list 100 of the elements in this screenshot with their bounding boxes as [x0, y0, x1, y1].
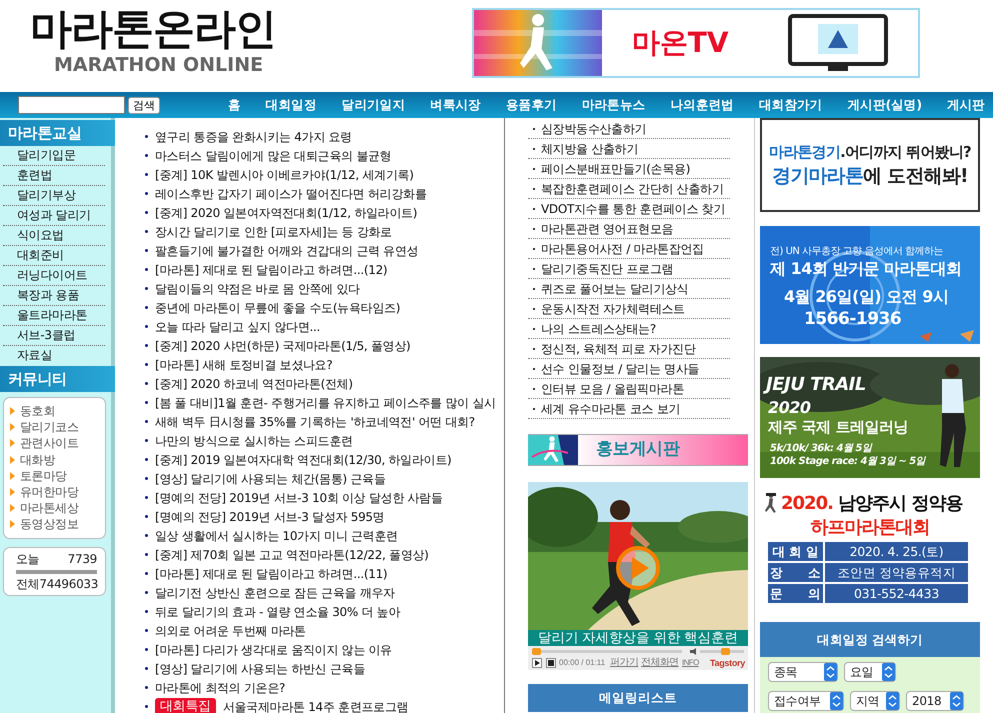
article-link[interactable]: [마라톤] 제대로 된 달림이라고 하려면...(11) — [155, 564, 388, 582]
player-link[interactable]: 전체화면 — [641, 657, 679, 669]
community-link[interactable]: 동영상정보 — [20, 515, 79, 534]
article-link[interactable]: 중년에 마라톤이 무릎에 좋을 수도(뉴욕타임즈) — [155, 298, 400, 316]
nav-link[interactable]: 대회일정 — [266, 96, 317, 114]
nav-link[interactable]: 게시판 — [946, 96, 985, 114]
article-link[interactable]: 달림이들의 약점은 바로 몸 안쪽에 있다 — [155, 280, 360, 298]
article-link[interactable]: 일상 생활에서 실시하는 10가지 미니 근력훈련 — [155, 526, 398, 544]
community-link[interactable]: 달리기코스 — [20, 418, 79, 436]
sidebar-link[interactable]: 달리기입문 — [3, 146, 105, 166]
dropdown[interactable]: 접수여부 — [768, 691, 844, 711]
speaker-icon[interactable] — [690, 648, 697, 655]
sidebar-link[interactable]: 대회준비 — [3, 246, 105, 266]
article-link[interactable]: 장시간 달리기로 인한 [피로자세]는 등 강화로 — [155, 222, 392, 240]
community-link[interactable]: 마라톤세상 — [20, 499, 79, 518]
tv-banner-title[interactable]: 마온TV — [632, 22, 729, 64]
article-link[interactable]: 의외로 어려운 두번째 마라톤 — [155, 622, 306, 640]
nav-link[interactable]: 달리기일지 — [342, 96, 406, 114]
sidebar-link[interactable]: 달리기부상 — [3, 186, 105, 206]
article-link[interactable]: 레이스후반 갑자기 페이스가 떨어진다면 허리강화를 — [155, 184, 426, 202]
article-link[interactable]: [중계] 2019 일본여자대학 역전대회(12/30, 하일라이트) — [155, 450, 452, 468]
stop-icon[interactable] — [548, 660, 554, 666]
article-link[interactable]: 달리기전 상반신 훈련으로 잠든 근육을 깨우자 — [155, 584, 395, 602]
community-link[interactable]: 유머한마당 — [20, 483, 79, 502]
play-icon[interactable] — [534, 660, 540, 666]
tool-link[interactable]: 퀴즈로 풀어보는 달리기상식 — [541, 280, 688, 298]
sidebar-link[interactable]: 훈련법 — [3, 166, 105, 186]
sidebar-link[interactable]: 러닝다이어트 — [3, 266, 105, 286]
tool-link[interactable]: 페이스분배표만들기(손목용) — [541, 160, 690, 178]
article-link[interactable]: [중계] 10K 발렌시아 이베르카야(1/12, 세계기록) — [155, 166, 414, 184]
sidebar-link[interactable]: 서브-3클럽 — [3, 326, 105, 346]
nav-link[interactable]: 대회참가기 — [758, 96, 822, 114]
runner-icon — [528, 435, 578, 465]
article-link[interactable]: 서울국제마라톤 14주 훈련프로그램 — [222, 698, 408, 713]
tool-link[interactable]: 달리기중독진단 프로그램 — [541, 260, 674, 278]
nav-link[interactable]: 홈 — [228, 96, 241, 114]
tool-link[interactable]: 인터뷰 모음 / 올림픽마라톤 — [541, 380, 684, 398]
article-link[interactable]: [영상] 달리기에 사용되는 하반신 근육들 — [155, 660, 366, 678]
community-link[interactable]: 토론마당 — [20, 466, 67, 485]
counter-label: 오늘 — [16, 550, 40, 568]
seek-bar[interactable] — [532, 650, 682, 653]
tool-link[interactable]: VDOT지수를 통한 훈련페이스 찾기 — [541, 200, 725, 218]
mailing-list-button[interactable]: 메일링리스트 — [528, 684, 748, 712]
tool-link[interactable]: 복잡한훈련페이스 간단히 산출하기 — [541, 180, 724, 198]
volume-slider[interactable] — [700, 650, 744, 653]
article-link[interactable]: 마스터스 달림이에게 많은 대퇴근육의 불균형 — [155, 146, 392, 164]
tool-link[interactable]: 심장박동수산출하기 — [541, 120, 646, 138]
article-link[interactable]: [영상] 달리기에 사용되는 체간(몸통) 근육들 — [155, 470, 386, 488]
article-link[interactable]: [중계] 2020 하코네 역전마라톤(전체) — [155, 374, 353, 392]
article-link[interactable]: 나만의 방식으로 실시하는 스피드훈련 — [155, 432, 353, 450]
article-link[interactable]: [명예의 전당] 2019년 서브-3 10회 이상 달성한 사람들 — [155, 488, 443, 506]
slider-thumb[interactable] — [532, 648, 541, 655]
article-link[interactable]: [중계] 제70회 일본 고교 역전마라톤(12/22, 풀영상) — [155, 546, 429, 564]
article-link[interactable]: [봄 풀 대비]1월 훈련- 주행거리를 유지하고 페이스주를 많이 실시 — [155, 394, 496, 412]
article-link[interactable]: 마라톤에 최적의 기온은? — [155, 678, 286, 696]
slider-thumb[interactable] — [721, 648, 730, 655]
sidebar-link[interactable]: 자료실 — [3, 346, 105, 366]
article-link[interactable]: 새해 벽두 日시청률 35%를 기록하는 '하코네역전' 어떤 대회? — [155, 412, 475, 430]
tool-link[interactable]: 마라톤관련 영어표현모음 — [541, 220, 674, 238]
dropdown[interactable]: 2018 — [906, 691, 964, 711]
article-link[interactable]: 뒤로 달리기의 효과 - 열량 연소율 30% 더 높아 — [155, 602, 400, 620]
dropdown[interactable]: 요일 — [844, 662, 896, 682]
article-link[interactable]: [마라톤] 새해 토정비결 보셨나요? — [155, 356, 332, 374]
article-link[interactable]: [중계] 2020 일본여자역전대회(1/12, 하일라이트) — [155, 204, 418, 222]
article-link[interactable]: [명예의 전당] 2019년 서브-3 달성자 595명 — [155, 508, 384, 526]
sidebar-link[interactable]: 울트라마라톤 — [3, 306, 105, 326]
play-icon[interactable] — [615, 545, 661, 591]
nav-link[interactable]: 용품후기 — [506, 96, 557, 114]
sidebar-link[interactable]: 식이요법 — [3, 226, 105, 246]
community-link[interactable]: 대화방 — [20, 450, 56, 469]
nav-link[interactable]: 벼룩시장 — [430, 96, 481, 114]
player-link[interactable]: 퍼가기 — [610, 657, 638, 669]
sidebar-link[interactable]: 여성과 달리기 — [3, 206, 105, 226]
ad-banner[interactable]: 마라톤경기.어디까지 뛰어봤니? 경기마라톤에 도전해봐! — [760, 118, 980, 212]
sidebar-link[interactable]: 복장과 용품 — [3, 286, 105, 306]
ad-banner[interactable]: JEJU TRAIL 2020 제주 국제 트레일러닝 5k/10k/ 36k: 4월 5일 100k Stage race: 4월 3일 ~ 5일 — [760, 357, 980, 478]
dropdown[interactable]: 지역 — [850, 691, 900, 711]
dropdown[interactable]: 종목 — [768, 662, 838, 682]
tool-link[interactable]: 선수 인물정보 / 달리는 명사들 — [541, 360, 700, 378]
article-link[interactable]: 옆구리 통증을 완화시키는 4가지 요령 — [155, 128, 352, 146]
tool-link[interactable]: 나의 스트레스상태는? — [541, 320, 656, 338]
search-field[interactable] — [18, 96, 125, 114]
nav-link[interactable]: 게시판(실명) — [847, 96, 922, 114]
article-link[interactable]: [마라톤] 제대로 된 달림이라고 하려면...(12) — [155, 260, 388, 278]
tool-link[interactable]: 운동시작전 자가체력테스트 — [541, 300, 685, 318]
community-link[interactable]: 관련사이트 — [20, 434, 79, 452]
tool-link[interactable]: 정신적, 육체적 피로 자가진단 — [541, 340, 696, 358]
player-link[interactable]: INFO — [682, 657, 699, 669]
tool-link[interactable]: 마라톤용어사전 / 마라톤잡언집 — [541, 240, 704, 258]
community-link[interactable]: 동호회 — [20, 402, 56, 420]
search-button[interactable]: 검색 — [128, 96, 160, 114]
tool-link[interactable]: 세계 유수마라톤 코스 보기 — [541, 400, 680, 418]
article-link[interactable]: [중계] 2020 샤먼(하문) 국제마라톤(1/5, 풀영상) — [155, 336, 410, 354]
article-link[interactable]: [마라톤] 다리가 생각대로 움직이지 않는 이유 — [155, 640, 392, 658]
article-link[interactable]: 오늘 따라 달리고 싶지 않다면... — [155, 318, 320, 336]
site-logo[interactable]: 마라톤온라인 — [30, 4, 472, 54]
nav-link[interactable]: 마라톤뉴스 — [582, 96, 646, 114]
nav-link[interactable]: 나의훈련법 — [670, 96, 734, 114]
tool-link[interactable]: 체지방율 산출하기 — [541, 140, 638, 158]
article-link[interactable]: 팔흔들기에 불가결한 어깨와 견갑대의 근력 유연성 — [155, 242, 418, 260]
